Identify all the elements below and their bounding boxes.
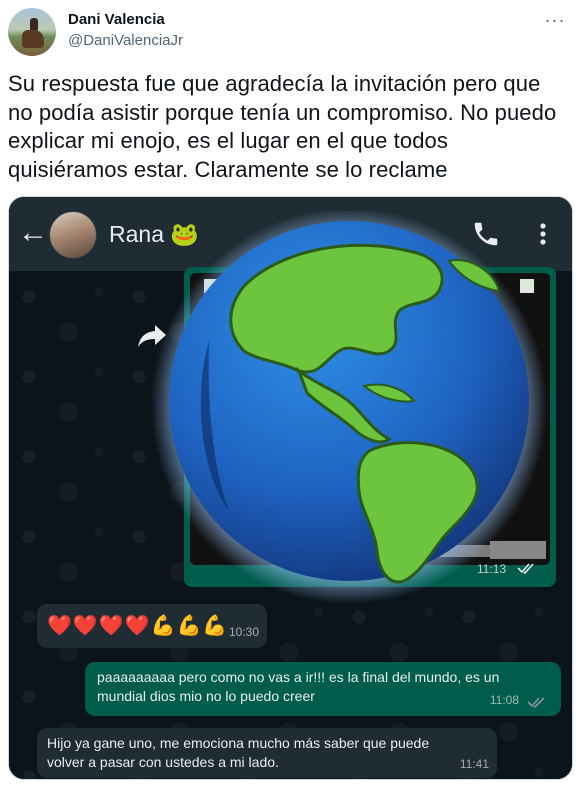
tweet-text: Su respuesta fue que agradecía la invita… <box>8 71 557 182</box>
message-time: 10:30 <box>228 625 259 639</box>
message-time: 11:41 <box>459 757 489 771</box>
read-ticks-icon <box>527 697 545 709</box>
author-handle[interactable]: @DaniValenciaJr <box>68 32 183 49</box>
message-text: paaaaaaaaa pero como no vas a ir!!! es l… <box>97 669 500 704</box>
author-avatar[interactable] <box>8 8 56 56</box>
tweet-header: Dani Valencia @DaniValenciaJr ··· <box>0 0 581 64</box>
message-bubble-incoming: Hijo ya gane uno, me emociona mucho más … <box>37 728 497 778</box>
message-bubble-incoming: ❤️❤️❤️❤️💪💪💪 10:30 <box>37 604 267 648</box>
avatar-horse <box>22 30 44 48</box>
contact-avatar <box>49 211 97 259</box>
message-text: Hijo ya gane uno, me emociona mucho más … <box>47 735 430 770</box>
more-options-icon[interactable]: ··· <box>543 8 567 32</box>
message-bubble-outgoing: paaaaaaaaa pero como no vas a ir!!! es l… <box>85 662 561 716</box>
message-time: 11:08 <box>489 693 519 707</box>
globe-sticker <box>151 211 547 604</box>
tweet-media-image[interactable]: ← Rana 🐸 11:13 ❤️❤️❤️❤️💪💪💪 10:30 paaaaaa… <box>8 196 573 780</box>
author-display-name[interactable]: Dani Valencia <box>68 11 165 28</box>
back-arrow-icon: ← <box>18 216 48 249</box>
message-text: ❤️❤️❤️❤️💪💪💪 <box>47 615 229 637</box>
